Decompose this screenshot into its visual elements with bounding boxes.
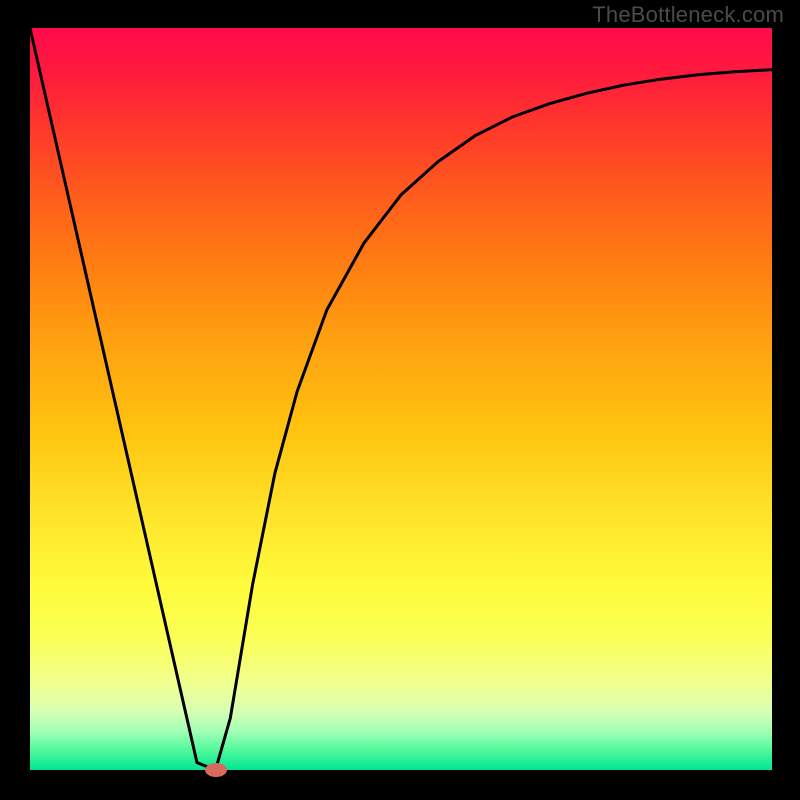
optimum-marker (205, 763, 227, 777)
bottleneck-curve (30, 28, 772, 770)
chart-frame: TheBottleneck.com (0, 0, 800, 800)
plot-area (30, 28, 772, 770)
curve-path (30, 28, 772, 770)
attribution-text: TheBottleneck.com (592, 2, 784, 28)
